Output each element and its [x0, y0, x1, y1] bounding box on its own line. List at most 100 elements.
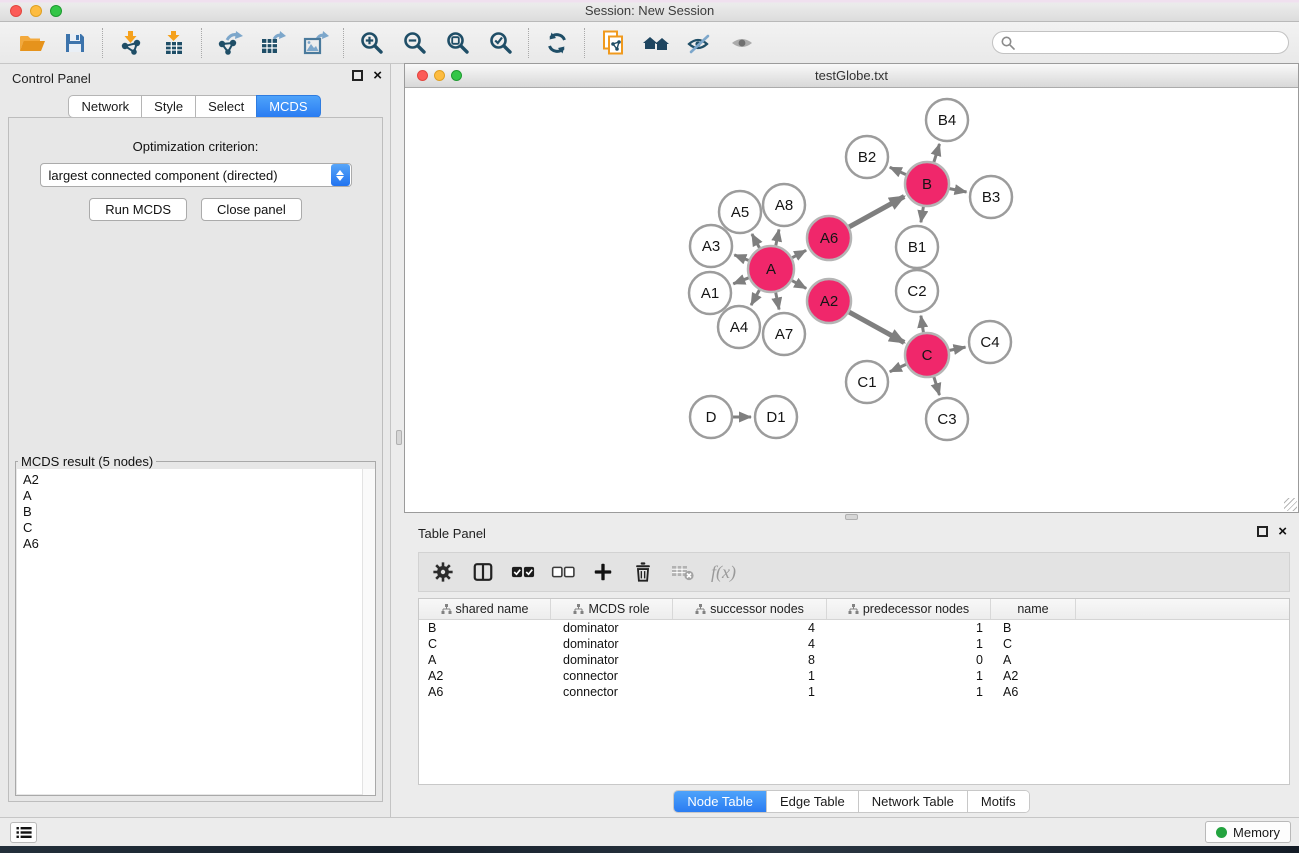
- tab-network-table[interactable]: Network Table: [858, 791, 967, 812]
- graph-node-A[interactable]: A: [748, 246, 794, 292]
- graph-edge-A2-C[interactable]: [849, 312, 904, 342]
- graph-edge-A-A5[interactable]: [752, 234, 760, 248]
- deselect-all-button[interactable]: [551, 560, 575, 584]
- close-panel-icon[interactable]: ×: [373, 70, 382, 81]
- graph-edge-A6-B[interactable]: [849, 197, 904, 227]
- graph-node-A4[interactable]: A4: [718, 306, 760, 348]
- search-input[interactable]: [1020, 35, 1288, 50]
- show-task-history-button[interactable]: [10, 822, 37, 843]
- apply-layout-button[interactable]: [535, 25, 578, 61]
- mcds-result-item[interactable]: A2: [17, 472, 374, 488]
- graph-node-A2[interactable]: A2: [807, 279, 851, 323]
- table-row[interactable]: Adominator80A: [419, 652, 1289, 668]
- graph-node-C2[interactable]: C2: [896, 270, 938, 312]
- table-cell[interactable]: 1: [673, 685, 827, 699]
- table-cell[interactable]: A6: [991, 685, 1076, 699]
- column-header-successor-nodes[interactable]: successor nodes: [673, 599, 827, 619]
- graph-edge-A-A4[interactable]: [751, 290, 759, 305]
- table-cell[interactable]: A2: [991, 669, 1076, 683]
- open-session-button[interactable]: [10, 25, 53, 61]
- export-image-button[interactable]: [294, 25, 337, 61]
- column-layout-button[interactable]: [471, 560, 495, 584]
- network-canvas[interactable]: AA6A2BCA5A8A3A1A4A7B2B4B3B1C2C4C1C3DD1: [405, 88, 1298, 512]
- table-cell[interactable]: 4: [673, 621, 827, 635]
- result-list-scrollbar[interactable]: [362, 469, 375, 795]
- graph-edge-A-A2[interactable]: [792, 281, 806, 289]
- zoom-fit-button[interactable]: [436, 25, 479, 61]
- graph-edge-B-B3[interactable]: [950, 189, 967, 192]
- column-header-name[interactable]: name: [991, 599, 1076, 619]
- tab-node-table[interactable]: Node Table: [674, 791, 766, 812]
- graph-edge-C-C2[interactable]: [921, 316, 924, 333]
- run-mcds-button[interactable]: Run MCDS: [89, 198, 187, 221]
- select-all-button[interactable]: [511, 560, 535, 584]
- graph-node-C3[interactable]: C3: [926, 398, 968, 440]
- column-header-predecessor-nodes[interactable]: predecessor nodes: [827, 599, 991, 619]
- tab-network[interactable]: Network: [68, 95, 142, 118]
- export-network-button[interactable]: [208, 25, 251, 61]
- mcds-result-list[interactable]: A2ABCA6: [17, 469, 374, 794]
- zoom-out-button[interactable]: [393, 25, 436, 61]
- graph-edge-A-A3[interactable]: [734, 255, 748, 261]
- delete-column-button[interactable]: [631, 560, 655, 584]
- table-cell[interactable]: connector: [551, 685, 673, 699]
- tab-edge-table[interactable]: Edge Table: [766, 791, 858, 812]
- graph-node-D1[interactable]: D1: [755, 396, 797, 438]
- search-box[interactable]: [992, 31, 1289, 54]
- graph-node-B1[interactable]: B1: [896, 226, 938, 268]
- create-column-button[interactable]: [591, 560, 615, 584]
- graph-node-C1[interactable]: C1: [846, 361, 888, 403]
- graph-node-B[interactable]: B: [905, 162, 949, 206]
- graph-node-B3[interactable]: B3: [970, 176, 1012, 218]
- graph-node-A7[interactable]: A7: [763, 313, 805, 355]
- table-cell[interactable]: C: [991, 637, 1076, 651]
- table-cell[interactable]: A2: [419, 669, 551, 683]
- graph-node-C4[interactable]: C4: [969, 321, 1011, 363]
- table-cell[interactable]: A6: [419, 685, 551, 699]
- graph-edge-A-A8[interactable]: [776, 230, 779, 246]
- table-row[interactable]: Cdominator41C: [419, 636, 1289, 652]
- column-header-shared-name[interactable]: shared name: [419, 599, 551, 619]
- graph-node-B2[interactable]: B2: [846, 136, 888, 178]
- tab-motifs[interactable]: Motifs: [967, 791, 1029, 812]
- mcds-result-item[interactable]: B: [17, 504, 374, 520]
- graph-edge-C-C3[interactable]: [934, 377, 940, 395]
- table-cell[interactable]: dominator: [551, 621, 673, 635]
- table-cell[interactable]: 1: [827, 621, 991, 635]
- table-cell[interactable]: 1: [673, 669, 827, 683]
- column-header-mcds-role[interactable]: MCDS role: [551, 599, 673, 619]
- graph-edge-B-B4[interactable]: [934, 144, 940, 162]
- mcds-result-item[interactable]: A6: [17, 536, 374, 552]
- table-cell[interactable]: B: [991, 621, 1076, 635]
- graph-edge-C-C1[interactable]: [890, 364, 906, 371]
- table-cell[interactable]: 1: [827, 637, 991, 651]
- graph-edge-B-B1[interactable]: [921, 207, 924, 223]
- close-panel-button[interactable]: Close panel: [201, 198, 302, 221]
- graph-edge-C-C4[interactable]: [950, 347, 966, 350]
- table-row[interactable]: Bdominator41B: [419, 620, 1289, 636]
- show-all-button[interactable]: [720, 25, 763, 61]
- graph-node-D[interactable]: D: [690, 396, 732, 438]
- mcds-result-item[interactable]: C: [17, 520, 374, 536]
- graph-node-A8[interactable]: A8: [763, 184, 805, 226]
- graph-node-B4[interactable]: B4: [926, 99, 968, 141]
- close-table-panel-icon[interactable]: ×: [1278, 526, 1287, 537]
- save-session-button[interactable]: [53, 25, 96, 61]
- table-row[interactable]: A6connector11A6: [419, 684, 1289, 700]
- zoom-in-button[interactable]: [350, 25, 393, 61]
- duplicate-network-button[interactable]: [591, 25, 634, 61]
- table-cell[interactable]: 1: [827, 685, 991, 699]
- table-cell[interactable]: 0: [827, 653, 991, 667]
- table-cell[interactable]: B: [419, 621, 551, 635]
- table-row[interactable]: A2connector11A2: [419, 668, 1289, 684]
- tab-select[interactable]: Select: [195, 95, 257, 118]
- graph-node-C[interactable]: C: [905, 333, 949, 377]
- table-cell[interactable]: 1: [827, 669, 991, 683]
- tab-style[interactable]: Style: [141, 95, 196, 118]
- graph-node-A3[interactable]: A3: [690, 225, 732, 267]
- graph-edge-A-A6[interactable]: [792, 250, 806, 257]
- float-table-panel-icon[interactable]: [1257, 526, 1268, 537]
- table-cell[interactable]: C: [419, 637, 551, 651]
- graph-edge-B-B2[interactable]: [890, 167, 906, 174]
- table-cell[interactable]: A: [991, 653, 1076, 667]
